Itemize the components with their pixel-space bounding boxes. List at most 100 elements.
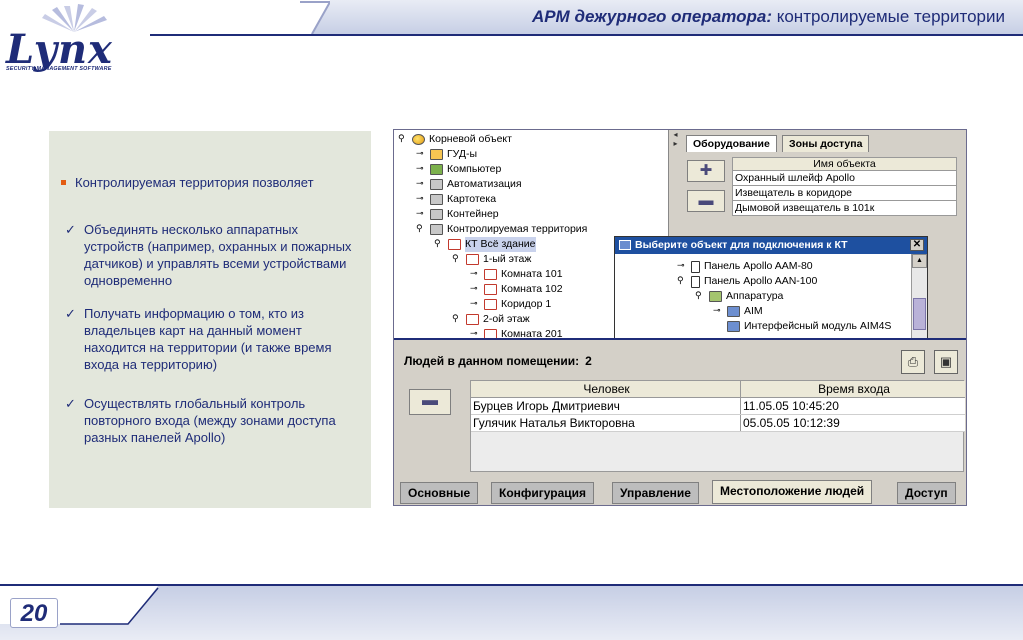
tree-node[interactable]: ⚲ 2-ой этаж xyxy=(452,312,530,327)
tree-node[interactable]: ⊸ Панель Apollo AAM-80 xyxy=(677,259,813,274)
app-screenshot: ⚲ Корневой объект ⊸ ГУД-ы ⊸ Компьютер ⊸ Авто… xyxy=(393,129,967,506)
tree-node[interactable]: ⚲ 1-ый этаж xyxy=(452,252,531,267)
room-icon xyxy=(484,299,497,310)
chevron-right-icon[interactable]: ▸ xyxy=(669,139,682,148)
cabinet-icon xyxy=(430,194,443,205)
collapse-toggle-icon[interactable]: ⚲ xyxy=(452,312,466,327)
expand-toggle-icon[interactable]: ⊸ xyxy=(470,297,484,312)
collapse-toggle-icon[interactable]: ⚲ xyxy=(398,132,412,147)
checkmark-icon: ✓ xyxy=(65,396,76,411)
collapse-toggle-icon[interactable]: ⚲ xyxy=(434,237,448,252)
room-icon xyxy=(484,269,497,280)
scroll-thumb[interactable] xyxy=(913,298,926,330)
people-count: 2 xyxy=(585,354,592,368)
tree-node[interactable]: ⊸ Комната 102 xyxy=(470,282,563,297)
cabinet-icon xyxy=(430,209,443,220)
expand-toggle-icon[interactable]: ⊸ xyxy=(416,162,430,177)
table-row[interactable]: Охранный шлейф Apollo xyxy=(732,171,957,186)
tab-people-location[interactable]: Местоположение людей xyxy=(712,480,873,504)
bottom-tabbar: Основные Конфигурация Управление Местопо… xyxy=(394,478,966,505)
intro-bullet: Контролируемая территория позволяет xyxy=(61,175,361,191)
people-count-label: Людей в данном помещении: 2 xyxy=(404,354,592,368)
logo-subtitle: SECURITY MANAGEMENT SOFTWARE xyxy=(6,66,112,72)
add-object-button[interactable]: ✚ xyxy=(687,160,725,182)
col-person[interactable]: Человек xyxy=(471,381,741,397)
tab-general[interactable]: Основные xyxy=(400,482,479,504)
feature-item: ✓ Получать информацию о том, кто из владе… xyxy=(65,306,332,372)
tree-node[interactable]: ⊸ Автоматизация xyxy=(416,177,522,192)
table-header: Человек Время входа xyxy=(471,381,965,398)
checkmark-icon: ✓ xyxy=(65,222,76,237)
tree-node[interactable]: ⊸ Комната 101 xyxy=(470,267,563,282)
window-icon xyxy=(619,240,631,250)
collapse-toggle-icon[interactable]: ⚲ xyxy=(677,274,691,289)
select-object-dialog: Выберите объект для подключения к КТ ✕ ⊸ П… xyxy=(614,236,928,347)
tree-node[interactable]: ⚲ Панель Apollo AAN-100 xyxy=(677,274,817,289)
tree-node[interactable]: ⊸ Коридор 1 xyxy=(470,297,551,312)
gud-icon xyxy=(430,149,443,160)
tree-node[interactable]: ⚲ Аппаратура xyxy=(695,289,783,304)
remove-object-button[interactable]: ▬ xyxy=(687,190,725,212)
expand-toggle-icon[interactable]: ⊸ xyxy=(470,282,484,297)
tree-node-root[interactable]: ⚲ Корневой объект xyxy=(398,132,512,147)
tab-control[interactable]: Управление xyxy=(612,482,699,504)
feature-item: ✓ Осуществлять глобальный контроль повтор… xyxy=(65,396,336,445)
expand-toggle-icon[interactable]: ⊸ xyxy=(416,207,430,222)
col-entry-time[interactable]: Время входа xyxy=(741,381,965,397)
table-row[interactable]: Извещатель в коридоре xyxy=(732,186,957,201)
tree-node[interactable]: ⚲ Контролируемая территория xyxy=(416,222,587,237)
bullet-square-icon xyxy=(61,180,66,185)
expand-toggle-icon[interactable]: ⊸ xyxy=(470,267,484,282)
expand-toggle-icon[interactable]: ⊸ xyxy=(713,304,727,319)
collapse-toggle-icon[interactable]: ⚲ xyxy=(416,222,430,237)
tab-access[interactable]: Доступ xyxy=(897,482,956,504)
expand-toggle-icon[interactable]: ⊸ xyxy=(677,259,691,274)
print-icon[interactable]: ⎙ xyxy=(901,350,925,374)
expand-toggle-icon[interactable]: ⊸ xyxy=(416,192,430,207)
tab-equipment[interactable]: Оборудование xyxy=(686,135,777,152)
table-row[interactable]: Гулячик Наталья Викторовна 05.05.05 10:12… xyxy=(471,415,965,432)
table-row[interactable]: Дымовой извещатель в 101к xyxy=(732,201,957,216)
tree-node-selected[interactable]: ⚲ КТ Всё здание xyxy=(434,237,536,252)
page-title: АРМ дежурного оператора: контролируемые … xyxy=(531,7,1005,26)
tab-access-zones[interactable]: Зоны доступа xyxy=(782,135,870,152)
dialog-scrollbar[interactable]: ▲ xyxy=(911,254,927,347)
tree-node[interactable]: ⊸ ГУД-ы xyxy=(416,147,477,162)
table-row[interactable]: Бурцев Игорь Дмитриевич 11.05.05 10:45:20 xyxy=(471,398,965,415)
people-panel: Людей в данном помещении: 2 ⎙ ▣ ▬ Человек… xyxy=(394,338,966,478)
checkmark-icon: ✓ xyxy=(65,306,76,321)
collapse-toggle-icon[interactable]: ⚲ xyxy=(695,289,709,304)
save-icon[interactable]: ▣ xyxy=(934,350,958,374)
description-panel: Контролируемая территория позволяет ✓ Объ… xyxy=(49,131,371,508)
panel-icon xyxy=(691,275,700,288)
dialog-title: Выберите объект для подключения к КТ ✕ xyxy=(615,237,927,254)
page-number: 20 xyxy=(10,598,58,628)
room-icon xyxy=(466,254,479,265)
room-icon xyxy=(484,284,497,295)
expand-toggle-icon[interactable]: ⊸ xyxy=(416,147,430,162)
tree-node[interactable]: ⊸ Контейнер xyxy=(416,207,499,222)
room-icon xyxy=(466,314,479,325)
tree-node[interactable]: ⊸ Картотека xyxy=(416,192,496,207)
tree-node[interactable]: ⊸ Компьютер xyxy=(416,162,501,177)
object-name-header[interactable]: Имя объекта xyxy=(732,157,957,171)
people-table: Человек Время входа Бурцев Игорь Дмитриев… xyxy=(470,380,965,472)
hardware-icon xyxy=(709,291,722,302)
aim-icon xyxy=(727,306,740,317)
globe-icon xyxy=(412,134,425,145)
cabinet-icon xyxy=(430,179,443,190)
scroll-up-icon[interactable]: ▲ xyxy=(912,254,927,268)
cabinet-icon xyxy=(430,224,443,235)
remove-person-button[interactable]: ▬ xyxy=(409,389,451,415)
tree-node[interactable]: Интерфейсный модуль AIM4S xyxy=(713,319,891,334)
aim-icon xyxy=(727,321,740,332)
expand-toggle-icon[interactable]: ⊸ xyxy=(416,177,430,192)
feature-item: ✓ Объединять несколько аппаратных устройс… xyxy=(65,222,352,288)
header-divider xyxy=(150,34,1023,36)
tab-configuration[interactable]: Конфигурация xyxy=(491,482,595,504)
tree-node[interactable]: ⊸ AIM xyxy=(713,304,763,319)
chevron-left-icon[interactable]: ◂ xyxy=(669,130,682,139)
room-icon xyxy=(448,239,461,250)
collapse-toggle-icon[interactable]: ⚲ xyxy=(452,252,466,267)
close-icon[interactable]: ✕ xyxy=(910,239,924,251)
